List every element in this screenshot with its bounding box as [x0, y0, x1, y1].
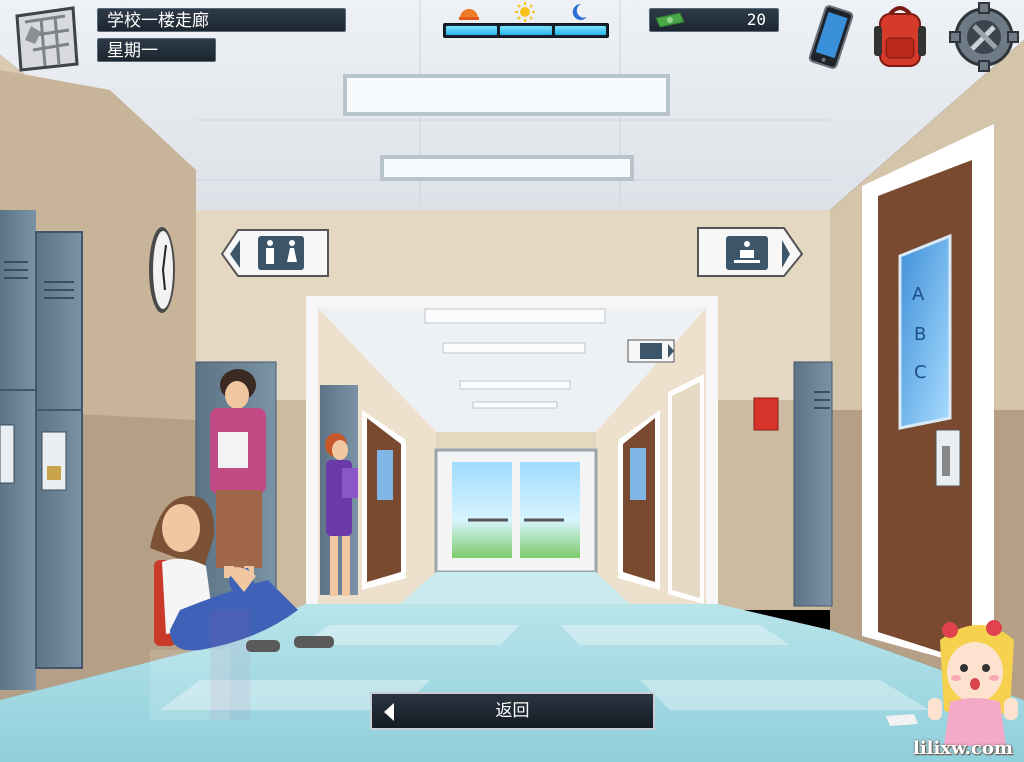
time-of-day-bar [443, 23, 609, 38]
settings-button[interactable] [948, 2, 1020, 72]
svg-text:B: B [914, 324, 926, 345]
weekday-label: 星期一 [97, 38, 216, 62]
watermark: lilixw.com [913, 738, 1014, 759]
classroom-door: A B C [862, 124, 994, 672]
phone-button[interactable] [806, 2, 856, 72]
time-segment [554, 26, 606, 35]
restroom-sign [220, 229, 329, 277]
glass-door-left [452, 462, 512, 558]
sun-icon [515, 2, 535, 22]
phone-icon [808, 5, 854, 69]
back-button-label: 返回 [495, 701, 530, 721]
ceiling-light [380, 155, 634, 181]
school-hallway-scene: A B C [0, 0, 1024, 762]
svg-text:C: C [914, 362, 927, 383]
backpack-icon [874, 6, 926, 67]
floor-paper [886, 714, 918, 726]
location-label: 学校一楼走廊 [97, 8, 346, 32]
backpack-button[interactable] [868, 2, 932, 72]
money-display: 20 [649, 8, 779, 32]
gear-icon [949, 2, 1019, 72]
left-lockers [0, 210, 83, 690]
fire-alarm [753, 397, 779, 431]
svg-text:A: A [912, 284, 925, 305]
cash-icon [655, 12, 685, 28]
game-screen: A B C 学校一楼走廊 星期一 20 返回 lilixw.com [0, 0, 1024, 762]
back-button[interactable]: 返回 [370, 692, 655, 730]
stairs-sign [627, 339, 675, 363]
ceiling-light [343, 74, 670, 116]
map-icon [15, 6, 79, 72]
wall-clock [149, 227, 175, 313]
glass-door-right [520, 462, 580, 558]
time-segment [500, 26, 552, 35]
time-segment [446, 26, 498, 35]
map-button[interactable] [11, 4, 81, 74]
money-amount: 20 [746, 10, 766, 29]
morning-sun-icon [459, 9, 479, 20]
moon-icon [572, 3, 587, 20]
classroom-sign [697, 227, 804, 277]
